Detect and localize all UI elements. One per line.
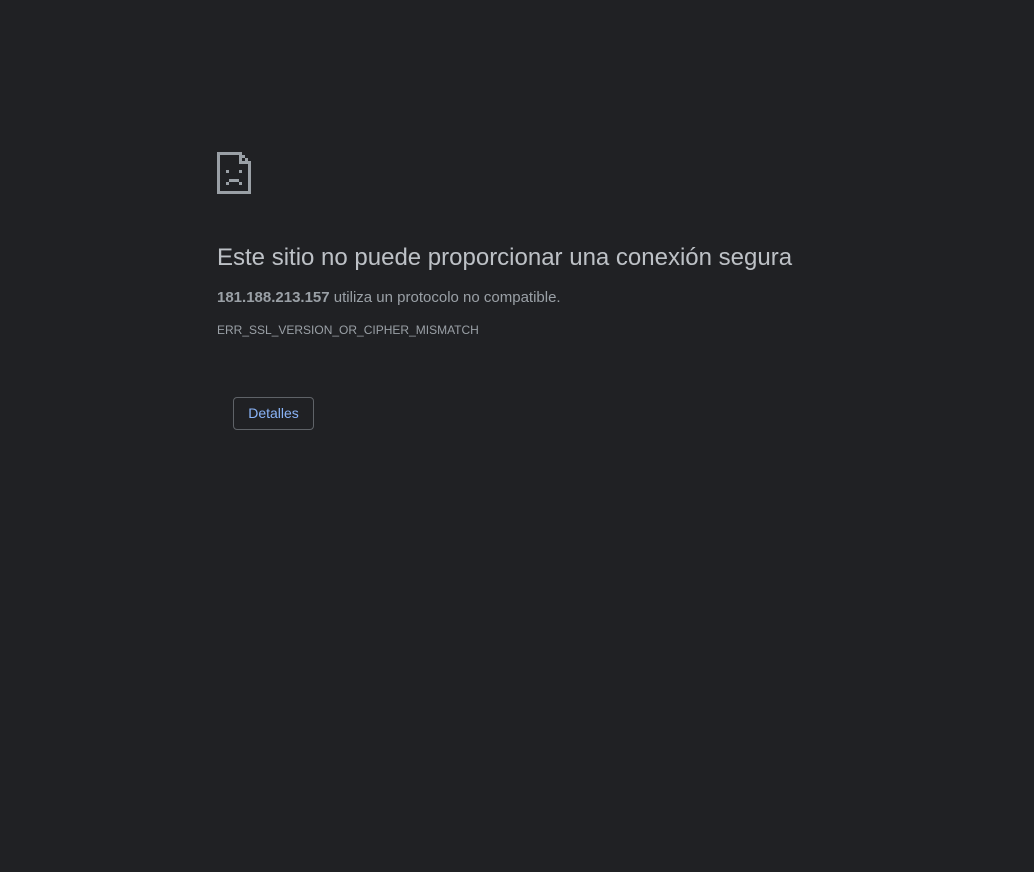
error-title: Este sitio no puede proporcionar una con… xyxy=(217,244,793,271)
error-description-text: utiliza un protocolo no compatible. xyxy=(329,289,561,306)
error-page: Este sitio no puede proporcionar una con… xyxy=(217,152,837,338)
sad-page-icon xyxy=(217,152,251,194)
details-button[interactable]: Detalles xyxy=(233,397,314,430)
error-description: 181.188.213.157 utiliza un protocolo no … xyxy=(217,288,837,308)
error-code: ERR_SSL_VERSION_OR_CIPHER_MISMATCH xyxy=(217,323,479,337)
error-host: 181.188.213.157 xyxy=(217,289,330,306)
